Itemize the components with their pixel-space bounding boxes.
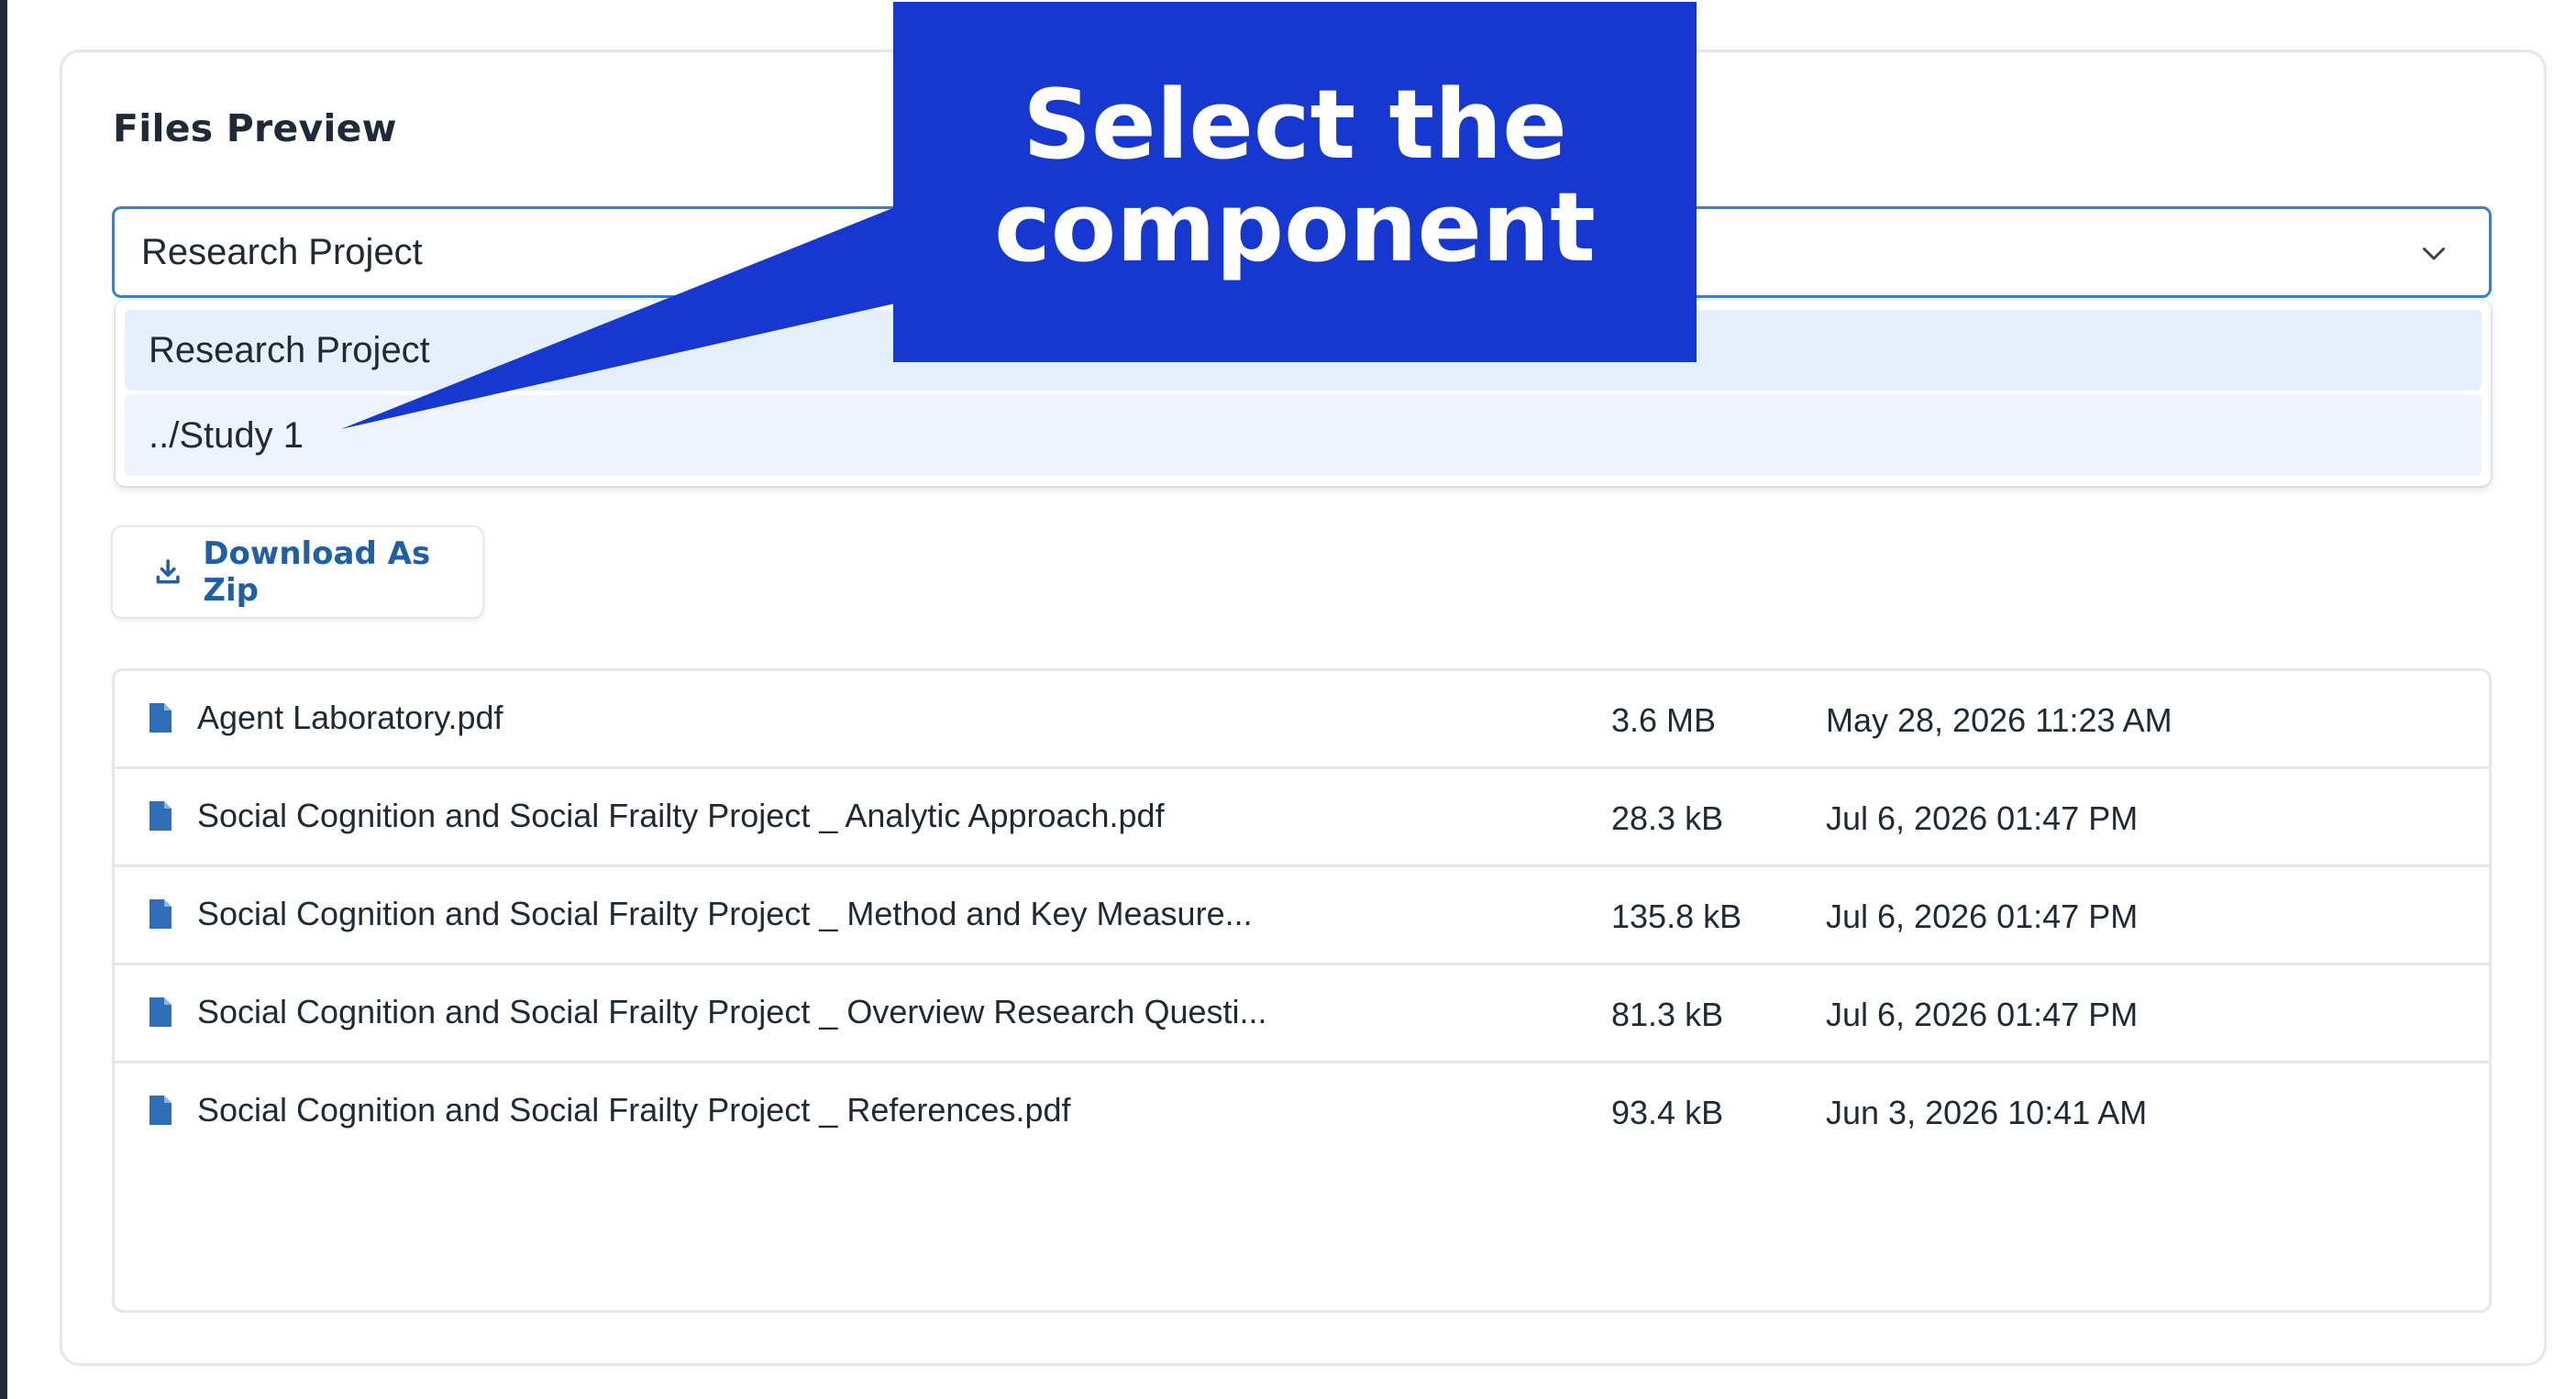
file-modified-date: Jul 6, 2026 01:47 PM xyxy=(1826,799,2139,837)
file-name[interactable]: Social Cognition and Social Frailty Proj… xyxy=(197,993,1267,1031)
file-row[interactable]: Social Cognition and Social Frailty Proj… xyxy=(115,867,2489,965)
file-size: 135.8 kB xyxy=(1611,898,1742,935)
callout-line-2: component xyxy=(994,171,1596,283)
select-value: Research Project xyxy=(141,231,423,272)
file-icon xyxy=(149,997,171,1027)
file-row[interactable]: Agent Laboratory.pdf 3.6 MB May 28, 2026… xyxy=(115,671,2489,769)
download-as-zip-label: Download As Zip xyxy=(203,535,431,609)
file-row[interactable]: Social Cognition and Social Frailty Proj… xyxy=(115,769,2489,867)
chevron-down-icon xyxy=(2423,248,2445,260)
file-modified-date: Jul 6, 2026 01:47 PM xyxy=(1826,898,2139,935)
file-modified-date: Jun 3, 2026 10:41 AM xyxy=(1826,1094,2148,1131)
file-row[interactable]: Social Cognition and Social Frailty Proj… xyxy=(115,965,2489,1063)
file-size: 81.3 kB xyxy=(1611,996,1724,1033)
file-modified-date: Jul 6, 2026 01:47 PM xyxy=(1826,996,2139,1033)
dropdown-option-study-1[interactable]: ../Study 1 xyxy=(125,395,2482,476)
file-icon xyxy=(149,899,171,929)
file-name[interactable]: Agent Laboratory.pdf xyxy=(197,699,503,737)
download-as-zip-button[interactable]: Download As Zip xyxy=(111,525,484,619)
download-icon xyxy=(156,559,180,584)
file-icon xyxy=(149,801,171,831)
file-list: Agent Laboratory.pdf 3.6 MB May 28, 2026… xyxy=(112,668,2492,1313)
file-size: 28.3 kB xyxy=(1611,799,1724,837)
file-name[interactable]: Social Cognition and Social Frailty Proj… xyxy=(197,895,1253,933)
file-size: 93.4 kB xyxy=(1611,1094,1724,1131)
file-size: 3.6 MB xyxy=(1611,701,1717,739)
file-row[interactable]: Social Cognition and Social Frailty Proj… xyxy=(115,1063,2489,1162)
left-edge-rule xyxy=(0,0,7,1399)
card-title: Files Preview xyxy=(113,106,397,150)
file-modified-date: May 28, 2026 11:23 AM xyxy=(1826,701,2172,739)
annotation-callout: Select the component xyxy=(893,2,1697,362)
callout-line-1: Select the xyxy=(1023,68,1567,181)
file-name[interactable]: Social Cognition and Social Frailty Proj… xyxy=(197,1091,1071,1129)
file-icon xyxy=(149,1096,171,1125)
file-icon xyxy=(149,703,171,733)
file-name[interactable]: Social Cognition and Social Frailty Proj… xyxy=(197,797,1165,835)
